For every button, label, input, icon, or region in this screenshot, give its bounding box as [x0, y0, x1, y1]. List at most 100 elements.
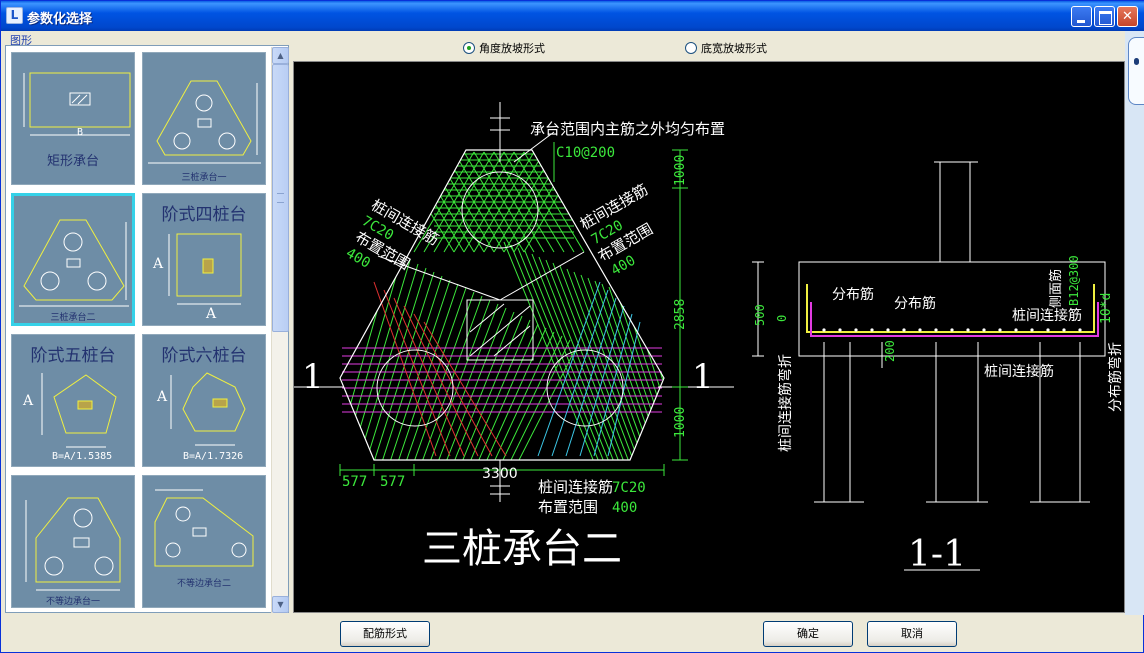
hatch-line	[381, 275, 443, 460]
scroll-up-button[interactable]: ▲	[272, 47, 289, 64]
hatch-line	[453, 311, 515, 460]
thumb-note-a: A	[23, 393, 34, 409]
thumb-note-a: A	[157, 389, 168, 405]
width-slope-label[interactable]: 底宽放坡形式	[701, 40, 767, 56]
plan-title: 三桩承台二	[422, 526, 622, 572]
rebar-dot	[918, 328, 922, 332]
sec-left-vertical: 桩间连接筋弯折	[777, 354, 794, 452]
rebar-dot	[1014, 328, 1018, 332]
thumb-unequal-2-drawing	[154, 489, 254, 567]
angle-slope-radio[interactable]: 角度放坡形式	[463, 40, 545, 56]
sec-dim-0: 0	[775, 315, 789, 322]
thumb-three-pile-1-drawing	[148, 80, 261, 164]
pile-circle-top	[461, 171, 539, 249]
shape-thumbnail-list[interactable]: B 矩形承台 三桩承台一 三桩承台二 阶式四桩台 A A 阶式五桩台 A B=A…	[5, 45, 289, 613]
thumbnail-scrollbar[interactable]: ▲ ▼	[271, 47, 289, 613]
thumb-step-five-pile[interactable]: 阶式五桩台 A B=A/1.5385	[11, 334, 135, 467]
sec-right-vertical: 分布筋弯折	[1107, 342, 1124, 412]
dim-bot: 1000	[673, 407, 688, 438]
hatch-line	[622, 292, 664, 460]
section-title: 1-1	[908, 534, 966, 575]
rebar-dot	[982, 328, 986, 332]
rebar-dot	[950, 328, 954, 332]
scroll-thumb[interactable]	[272, 64, 289, 332]
thumb-unequal-cap-1[interactable]: 不等边承台一	[11, 475, 135, 608]
rebar-form-button[interactable]: 配筋形式	[340, 621, 430, 647]
section-mark-left: 1	[302, 357, 324, 397]
rebar-dot	[838, 328, 842, 332]
bottom-label1: 桩间连接筋	[538, 478, 613, 496]
note-top: 承台范围内主筋之外均匀布置	[530, 120, 725, 138]
rebar-dot	[902, 328, 906, 332]
rebar-dot	[1062, 328, 1066, 332]
hatch-line	[357, 263, 419, 460]
rebar-dot	[998, 328, 1002, 332]
hatch-line	[501, 335, 563, 460]
slope-option-bar: 角度放坡形式 底宽放坡形式	[293, 34, 1143, 60]
radio-dot[interactable]	[463, 42, 475, 54]
title-bar[interactable]: L 参数化选择	[1, 1, 1144, 31]
thumb-note-a2: A	[206, 306, 217, 322]
thumb-unequal-1-drawing	[25, 497, 121, 591]
maximize-button[interactable]	[1094, 6, 1115, 27]
thumb-three-pile-2[interactable]: 三桩承台二	[11, 193, 135, 326]
thumb-caption: 矩形承台	[46, 154, 99, 169]
hatch-line	[349, 259, 411, 460]
hatch-line	[510, 244, 600, 460]
hatch-line	[551, 289, 609, 457]
dialog-window: L 参数化选择 图形 B 矩形承台	[0, 0, 1144, 653]
sec-conn2: 桩间连接筋	[984, 363, 1054, 380]
hatch-line	[393, 297, 465, 457]
app-icon: L	[6, 7, 23, 24]
rebar-hatch-red	[373, 281, 507, 457]
width-slope-radio[interactable]: 底宽放坡形式	[685, 40, 767, 56]
hatch-line	[573, 271, 645, 460]
thumb-note-b: B=A/1.7326	[183, 451, 244, 462]
sec-conn: 桩间连接筋	[1012, 307, 1082, 324]
sec-dim-200: 200	[883, 340, 897, 362]
bottom-label2: 布置范围	[538, 498, 598, 516]
assistant-mascot-icon[interactable]	[1128, 37, 1144, 105]
hatch-line	[565, 297, 617, 457]
thumb-rect-cap[interactable]: B 矩形承台	[11, 52, 135, 185]
minimize-button[interactable]	[1071, 6, 1092, 27]
thumb-note-a: A	[153, 256, 164, 272]
sec-side-spec: B12@300	[1067, 255, 1081, 306]
bottom-spec1: 7C20	[612, 480, 646, 496]
hatch-line	[493, 331, 555, 460]
dim-total: 3300	[482, 466, 518, 482]
thumb-note-b: B=A/1.5385	[52, 451, 113, 462]
scroll-down-button[interactable]: ▼	[272, 596, 289, 613]
bottom-spec2: 400	[612, 500, 637, 516]
thumb-note: B	[77, 127, 84, 138]
thumb-three-pile-1[interactable]: 三桩承台一	[142, 52, 266, 185]
thumb-caption: 不等边承台二	[176, 579, 231, 589]
angle-slope-label[interactable]: 角度放坡形式	[479, 40, 545, 56]
rebar-dot	[822, 328, 826, 332]
hatch-line	[340, 251, 395, 460]
hatch-line	[413, 291, 475, 460]
cad-drawing: 承台范围内主筋之外均匀布置 C10@200 桩间连接筋 7C20 布置范围 40…	[294, 102, 1124, 575]
spec-top: C10@200	[556, 145, 615, 161]
thumb-caption: 三桩承台一	[181, 173, 227, 183]
thumb-step-four-pile[interactable]: 阶式四桩台 A A	[142, 193, 266, 326]
cancel-button[interactable]: 取消	[867, 621, 957, 647]
right-side-strip	[1125, 31, 1144, 615]
radio-dot[interactable]	[685, 42, 697, 54]
thumb-unequal-cap-2[interactable]: 不等边承台二	[142, 475, 266, 608]
thumb-step-six-pile[interactable]: 阶式六桩台 A B=A/1.7326	[142, 334, 266, 467]
sec-dim-500: 500	[753, 304, 767, 326]
close-button[interactable]	[1117, 6, 1138, 27]
rebar-dot	[1078, 328, 1082, 332]
hatch-line	[437, 303, 499, 460]
section-mark-right: 1	[692, 357, 714, 397]
hatch-line	[365, 267, 427, 460]
dim-w2: 577	[380, 474, 405, 490]
hatch-line	[579, 305, 625, 457]
dim-w1: 577	[342, 474, 367, 490]
sec-dist2: 分布筋	[894, 295, 936, 312]
thumb-caption: 不等边承台一	[45, 597, 100, 607]
rebar-dot	[1046, 328, 1050, 332]
sec-dist1: 分布筋	[832, 286, 874, 303]
ok-button[interactable]: 确定	[763, 621, 853, 647]
